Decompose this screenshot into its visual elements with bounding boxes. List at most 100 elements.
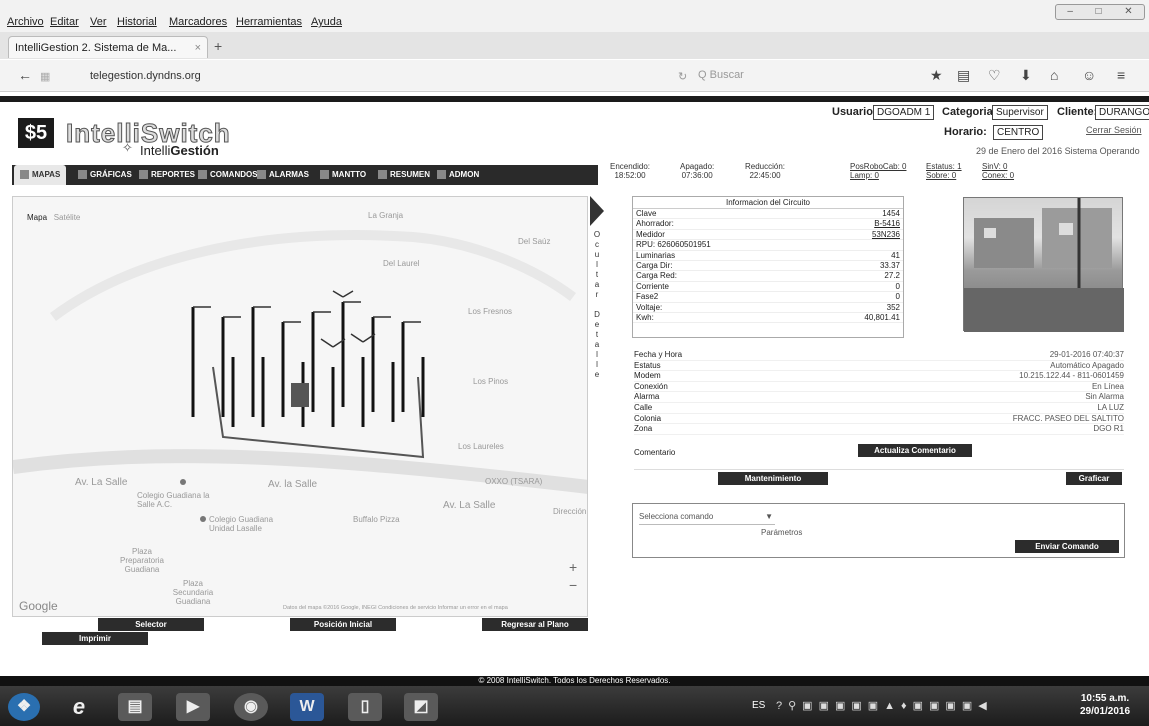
detail-value: 10.215.122.44 - 811-0601459 bbox=[1019, 371, 1124, 381]
list-item: Alarma Sin Alarma bbox=[634, 392, 1124, 403]
tray-icons[interactable]: ?⚲▣▣▣▣▣▲♦▣▣▣▣◀ bbox=[776, 699, 993, 712]
circuit-detail-list: Fecha y Hora 29-01-2016 07:40:37 Estatus A… bbox=[634, 350, 1124, 435]
chat-icon[interactable]: ☺ bbox=[1082, 67, 1096, 83]
tab-graficas-label: GRÁFICAS bbox=[90, 170, 132, 179]
home-icon[interactable]: ⌂ bbox=[1050, 67, 1058, 83]
selected-marker[interactable] bbox=[291, 383, 309, 407]
menu-marcadores[interactable]: Marcadores bbox=[169, 16, 227, 28]
document-icon[interactable]: ▯ bbox=[348, 693, 382, 721]
menu-archivo[interactable]: Archivo bbox=[7, 16, 44, 28]
menu-ayuda[interactable]: Ayuda bbox=[311, 16, 342, 28]
poi-label: Plaza Preparatoria Guadiana bbox=[119, 547, 165, 574]
detail-key: Conexión bbox=[634, 381, 668, 391]
star-icon[interactable]: ★ bbox=[930, 67, 943, 84]
new-tab-button[interactable]: + bbox=[214, 38, 222, 54]
categoria-value: Supervisor bbox=[992, 105, 1048, 120]
search-input[interactable]: Q Buscar bbox=[688, 64, 918, 86]
maximize-button[interactable]: □ bbox=[1096, 5, 1102, 19]
start-button-icon[interactable]: ❖ bbox=[8, 693, 40, 721]
menu-herramientas[interactable]: Herramientas bbox=[236, 16, 302, 28]
menu-historial[interactable]: Historial bbox=[117, 16, 157, 28]
detail-key: Colonia bbox=[634, 413, 662, 423]
cliente-label: Cliente: bbox=[1057, 106, 1098, 118]
menu-ver[interactable]: Ver bbox=[90, 16, 107, 28]
table-row: Clave 1454 bbox=[633, 209, 903, 220]
list-item: Estatus Automático Apagado bbox=[634, 361, 1124, 372]
selector-button[interactable]: Selector bbox=[98, 618, 204, 631]
estatus-link[interactable]: Estatus: 1 bbox=[926, 162, 962, 171]
row-value-link[interactable]: B-5416 bbox=[874, 219, 900, 228]
zoom-out-button[interactable]: − bbox=[569, 577, 577, 593]
table-row: Kwh: 40,801.41 bbox=[633, 312, 903, 324]
sobre-link[interactable]: Sobre: 0 bbox=[926, 171, 962, 180]
report-icon bbox=[139, 170, 148, 180]
posrobocab-link[interactable]: PosRoboCab: 0 bbox=[850, 162, 906, 171]
imprimir-button[interactable]: Imprimir bbox=[42, 632, 148, 645]
conex-link[interactable]: Conex: 0 bbox=[982, 171, 1014, 180]
reduccion-stat: Reducción: 22:45:00 bbox=[745, 162, 785, 180]
download-icon[interactable]: ⬇ bbox=[1020, 67, 1032, 84]
posicion-inicial-button[interactable]: Posición Inicial bbox=[290, 618, 396, 631]
sinv-links: SinV: 0 Conex: 0 bbox=[982, 162, 1014, 180]
taskbar-clock[interactable]: 10:55 a.m. 29/01/2016 bbox=[1080, 692, 1130, 718]
hide-detail-char: l bbox=[596, 360, 598, 369]
poi-label: Colegio Guadiana Unidad Lasalle bbox=[209, 515, 274, 533]
explorer-icon[interactable]: ▤ bbox=[118, 693, 152, 721]
close-window-button[interactable]: ✕ bbox=[1124, 5, 1132, 19]
hide-detail-label[interactable]: O c u l t a r D e t a l l e bbox=[593, 230, 601, 380]
tab-graficas[interactable]: GRÁFICAS bbox=[78, 165, 132, 185]
graficar-button[interactable]: Graficar bbox=[1066, 472, 1122, 485]
table-row: Luminarias 41 bbox=[633, 251, 903, 261]
media-player-icon[interactable]: ▶ bbox=[176, 693, 210, 721]
actualiza-comentario-button[interactable]: Actualiza Comentario bbox=[858, 444, 972, 457]
menu-editar[interactable]: Editar bbox=[50, 16, 79, 28]
ie-icon[interactable]: e bbox=[62, 693, 96, 721]
lamp-link[interactable]: Lamp: 0 bbox=[850, 171, 906, 180]
table-row: Ahorrador: B-5416 bbox=[633, 219, 903, 230]
tab-comandos[interactable]: COMANDOS bbox=[198, 165, 258, 185]
language-indicator[interactable]: ES bbox=[752, 700, 765, 711]
firefox-icon[interactable]: ◉ bbox=[234, 693, 268, 721]
tab-mapas[interactable]: MAPAS bbox=[14, 165, 67, 185]
comentario-input[interactable] bbox=[634, 456, 1124, 470]
detail-value: FRACC. PASEO DEL SALTITO bbox=[1012, 413, 1124, 423]
zoom-in-button[interactable]: + bbox=[569, 559, 577, 575]
tab-admon[interactable]: ADMON bbox=[437, 165, 479, 185]
clock-date: 29/01/2016 bbox=[1080, 706, 1131, 717]
logo-sub-prefix: Intelli bbox=[140, 143, 171, 158]
row-value: 40,801.41 bbox=[864, 312, 900, 322]
mantenimiento-button[interactable]: Mantenimiento bbox=[718, 472, 828, 485]
row-key: Luminarias bbox=[636, 250, 676, 260]
back-icon[interactable]: ← bbox=[18, 67, 32, 83]
browser-tab[interactable]: IntelliGestion 2. Sistema de Ma... × bbox=[8, 36, 208, 58]
list-item: Conexión En Línea bbox=[634, 382, 1124, 393]
tab-mantto[interactable]: MANTTO bbox=[320, 165, 366, 185]
hide-detail-gap bbox=[593, 300, 601, 310]
tab-alarmas[interactable]: ALARMAS bbox=[257, 165, 309, 185]
command-select[interactable]: Selecciona comando ▼ bbox=[639, 512, 775, 525]
reload-icon[interactable]: ↻ bbox=[678, 70, 687, 83]
minimize-button[interactable]: – bbox=[1067, 5, 1073, 19]
detail-value: Sin Alarma bbox=[1085, 392, 1124, 402]
tab-resumen[interactable]: RESUMEN bbox=[378, 165, 430, 185]
sinv-link[interactable]: SinV: 0 bbox=[982, 162, 1014, 171]
logout-link[interactable]: Cerrar Sesión bbox=[1086, 125, 1142, 135]
command-select-value: Selecciona comando bbox=[639, 512, 714, 521]
page-info-icon[interactable]: ▦ bbox=[40, 70, 50, 83]
word-icon[interactable]: W bbox=[290, 693, 324, 721]
map-view[interactable]: Mapa Satélite La Granja Del Saúz Del Lau… bbox=[12, 196, 588, 617]
pocket-icon[interactable]: ♡ bbox=[988, 67, 1001, 84]
row-value-link[interactable]: 53N236 bbox=[872, 230, 900, 239]
collapse-arrow-icon[interactable] bbox=[590, 196, 604, 226]
enviar-comando-button[interactable]: Enviar Comando bbox=[1015, 540, 1119, 553]
poi-label: Buffalo Pizza bbox=[353, 515, 400, 524]
regresar-plano-button[interactable]: Regresar al Plano bbox=[482, 618, 588, 631]
image-viewer-icon[interactable]: ◩ bbox=[404, 693, 438, 721]
tab-alarmas-label: ALARMAS bbox=[269, 170, 309, 179]
tab-reportes[interactable]: REPORTES bbox=[139, 165, 195, 185]
tab-close-icon[interactable]: × bbox=[195, 42, 201, 54]
menu-icon[interactable]: ≡ bbox=[1117, 67, 1125, 83]
table-row: Fase2 0 bbox=[633, 292, 903, 303]
clipboard-icon[interactable]: ▤ bbox=[957, 67, 970, 84]
detail-value: Automático Apagado bbox=[1050, 360, 1124, 370]
